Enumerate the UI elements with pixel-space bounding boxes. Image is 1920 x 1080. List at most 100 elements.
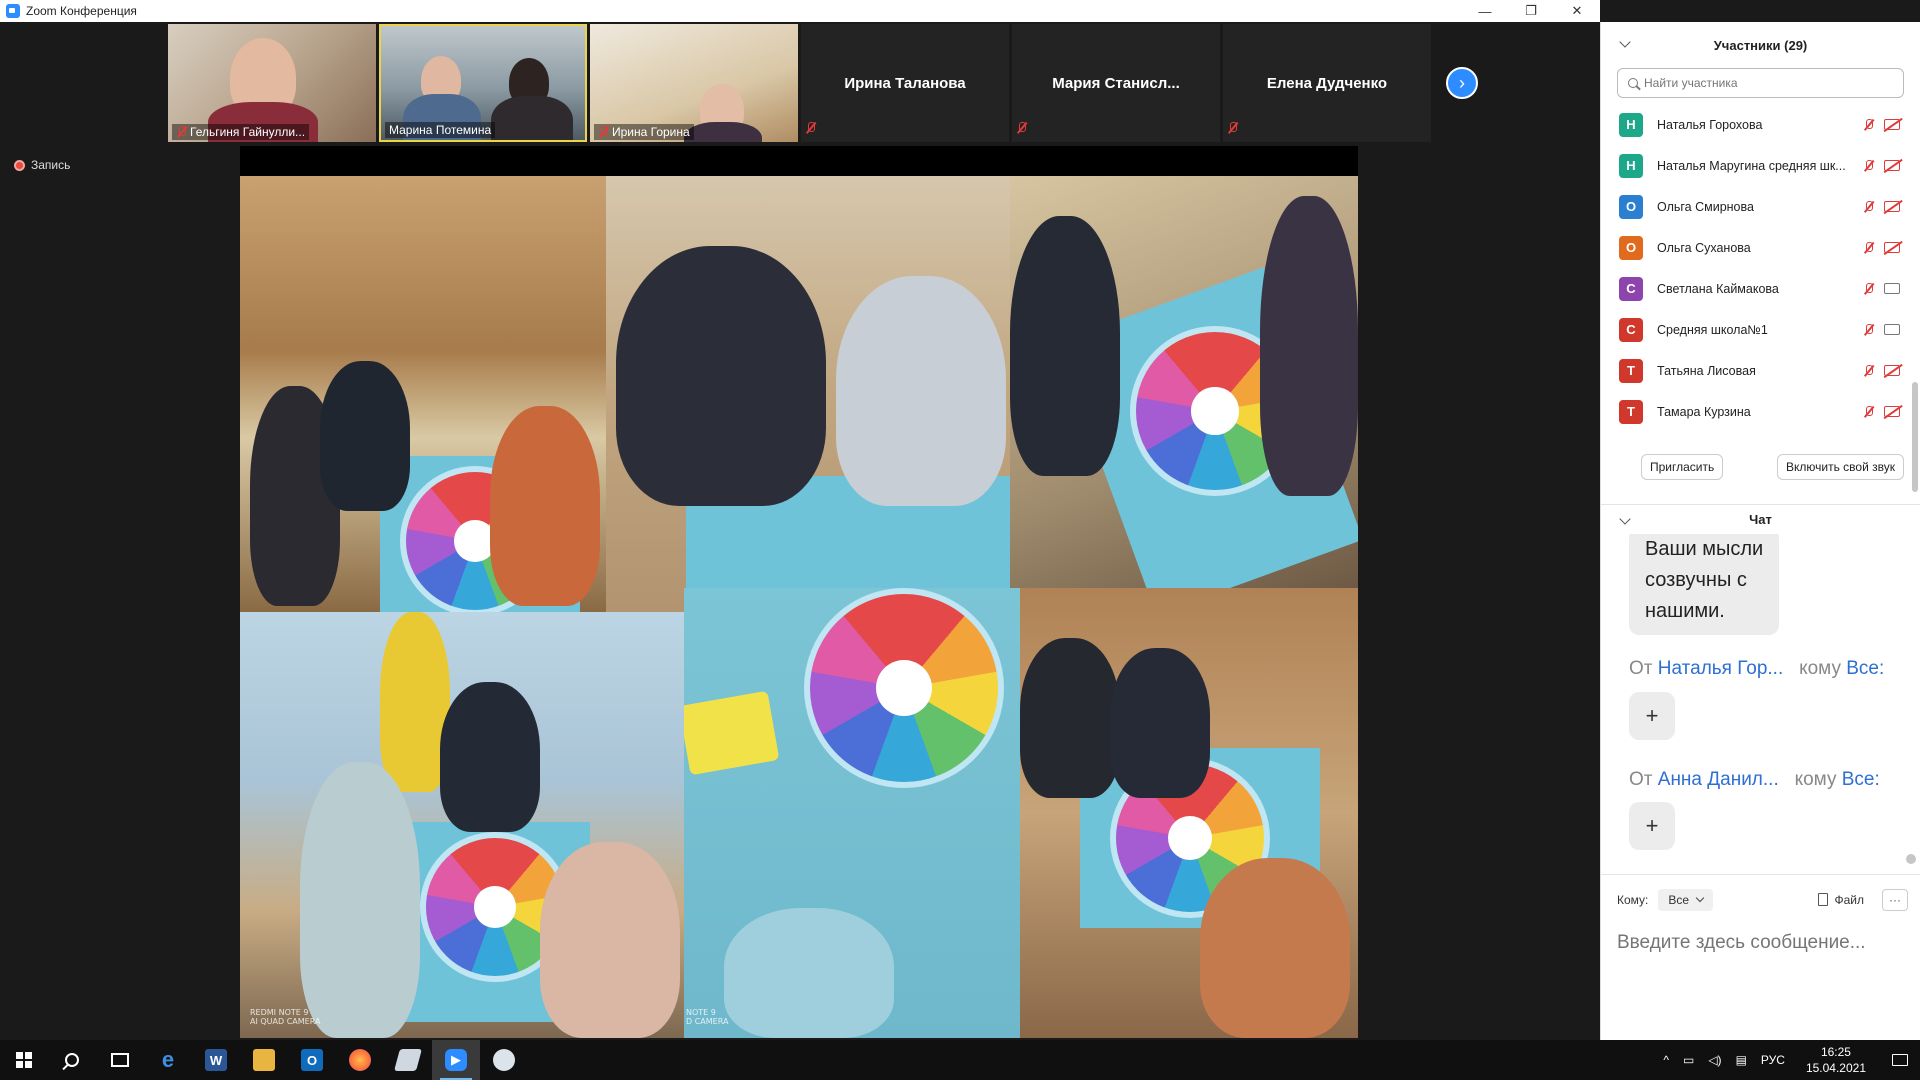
avatar: С [1619, 276, 1643, 301]
video-off-icon [1884, 160, 1900, 171]
recipient-select[interactable]: Все [1658, 888, 1714, 911]
video-thumbnail-no-video[interactable]: Мария Станисл... [1012, 24, 1220, 142]
collapse-chevron-icon[interactable] [1619, 36, 1631, 48]
search-icon [1628, 78, 1638, 88]
video-thumbnail[interactable]: Ирина Горина [590, 24, 798, 142]
tray-overflow-button[interactable]: ^ [1656, 1053, 1676, 1067]
clock-date: 15.04.2021 [1805, 1061, 1866, 1075]
task-view-icon [111, 1053, 129, 1067]
participant-row[interactable]: Т Татьяна Лисовая [1601, 350, 1920, 391]
windows-taskbar: e W O ▶ ^ ▭ ◁) ▤ РУС 16:25 15.04.2021 [0, 1040, 1920, 1080]
language-indicator[interactable]: РУС [1754, 1053, 1792, 1067]
next-page-button[interactable]: › [1446, 67, 1478, 99]
file-button[interactable]: Файл [1818, 893, 1864, 907]
participant-list: Н Наталья Горохова Н Наталья Маругина ср… [1601, 104, 1920, 432]
video-thumbnail-no-video[interactable]: Ирина Таланова [801, 24, 1009, 142]
video-on-icon [1884, 283, 1900, 294]
taskbar-firefox[interactable] [336, 1040, 384, 1080]
shared-photo-5: NOTE 9 D CAMERA [684, 588, 1020, 1038]
recipient-name[interactable]: Все: [1842, 769, 1880, 790]
file-label: Файл [1834, 892, 1864, 907]
participants-scrollbar[interactable] [1912, 382, 1918, 492]
muted-mic-icon [1863, 282, 1874, 295]
participant-search[interactable] [1617, 68, 1904, 98]
taskbar-outlook[interactable]: O [288, 1040, 336, 1080]
student [320, 361, 410, 511]
chat-scrollbar[interactable] [1906, 534, 1916, 864]
collapse-chevron-icon[interactable] [1619, 513, 1631, 525]
recipient-name[interactable]: Все: [1846, 658, 1884, 679]
search-icon [65, 1053, 79, 1067]
chat-compose-bar: Кому: Все Файл ··· [1601, 874, 1920, 924]
muted-mic-icon [1863, 159, 1874, 172]
participant-status [1863, 282, 1900, 295]
muted-mic-icon [1863, 323, 1874, 336]
participant-name: Наталья Маругина средняя шк... [1657, 158, 1846, 173]
participant-row[interactable]: О Ольга Смирнова [1601, 186, 1920, 227]
participants-header[interactable]: Участники (29) [1601, 22, 1920, 68]
invite-button[interactable]: Пригласить [1641, 454, 1724, 480]
taskbar-search-button[interactable] [48, 1040, 96, 1080]
shared-photo-4: REDMI NOTE 9 AI QUAD CAMERA [240, 612, 684, 1038]
sender-name[interactable]: Наталья Гор... [1658, 658, 1783, 679]
chevron-right-icon: › [1459, 72, 1465, 93]
muted-mic-icon [176, 126, 187, 138]
volume-icon[interactable]: ◁) [1701, 1053, 1728, 1067]
participant-row[interactable]: Н Наталья Маругина средняя шк... [1601, 145, 1920, 186]
more-options-button[interactable]: ··· [1882, 888, 1908, 911]
video-thumbnail[interactable]: Гельгиня Гайнулли... [168, 24, 376, 142]
restore-button[interactable]: ❐ [1508, 0, 1554, 22]
paint-icon [493, 1049, 515, 1071]
chat-header[interactable]: Чат [1601, 504, 1920, 534]
participant-row[interactable]: Т Тамара Курзина [1601, 391, 1920, 432]
student [1200, 858, 1350, 1038]
student [540, 842, 680, 1038]
muted-mic-icon [1863, 405, 1874, 418]
participant-name: Марина Потемина [389, 123, 492, 137]
participant-name-label: Марина Потемина [385, 122, 496, 138]
keyboard-icon[interactable]: ▤ [1729, 1053, 1754, 1067]
student [1010, 216, 1120, 476]
shared-photo-1 [240, 176, 606, 612]
unmute-self-button[interactable]: Включить свой звук [1777, 454, 1904, 480]
participant-search-input[interactable] [1644, 76, 1884, 90]
participant-row[interactable]: О Ольга Суханова [1601, 227, 1920, 268]
from-label: От [1629, 769, 1653, 790]
avatar: О [1619, 235, 1643, 260]
taskbar-zoom[interactable]: ▶ [432, 1040, 480, 1080]
sender-name[interactable]: Анна Данил... [1658, 769, 1779, 790]
participant-row[interactable]: С Средняя школа№1 [1601, 309, 1920, 350]
to-label: кому [1794, 769, 1837, 790]
notification-icon[interactable] [1892, 1054, 1908, 1066]
taskbar-explorer[interactable] [240, 1040, 288, 1080]
taskbar-app[interactable] [384, 1040, 432, 1080]
student-arm [724, 908, 894, 1038]
participant-status [1863, 364, 1900, 377]
video-thumbnail-active-speaker[interactable]: Марина Потемина [379, 24, 587, 142]
video-thumbnail-no-video[interactable]: Елена Дудченко [1223, 24, 1431, 142]
task-view-button[interactable] [96, 1040, 144, 1080]
system-tray: ^ ▭ ◁) ▤ РУС 16:25 15.04.2021 [1656, 1040, 1920, 1080]
clock[interactable]: 16:25 15.04.2021 [1792, 1044, 1880, 1076]
start-button[interactable] [0, 1040, 48, 1080]
participant-name-label: Гельгиня Гайнулли... [172, 124, 310, 140]
shared-screen: REDMI NOTE 9 AI QUAD CAMERA NOTE 9 D CAM… [240, 146, 1358, 1038]
chat-message-input[interactable] [1617, 932, 1905, 954]
close-button[interactable]: ✕ [1554, 0, 1600, 22]
participant-name: Ольга Суханова [1657, 240, 1751, 255]
recording-indicator[interactable]: Запись [14, 158, 70, 172]
network-icon[interactable]: ▭ [1676, 1053, 1701, 1067]
taskbar-word[interactable]: W [192, 1040, 240, 1080]
taskbar-paint[interactable] [480, 1040, 528, 1080]
window-controls: — ❐ ✕ [1462, 0, 1600, 22]
minimize-button[interactable]: — [1462, 0, 1508, 22]
participant-row[interactable]: Н Наталья Горохова [1601, 104, 1920, 145]
avatar: Н [1619, 112, 1643, 137]
camera-watermark: NOTE 9 D CAMERA [686, 1008, 729, 1026]
participant-name: Гельгиня Гайнулли... [190, 125, 306, 139]
participant-row[interactable]: С Светлана Каймакова [1601, 268, 1920, 309]
taskbar-edge[interactable]: e [144, 1040, 192, 1080]
recording-dot-icon [14, 159, 25, 171]
game-board [804, 588, 1004, 788]
muted-mic-indicator [1227, 121, 1238, 139]
